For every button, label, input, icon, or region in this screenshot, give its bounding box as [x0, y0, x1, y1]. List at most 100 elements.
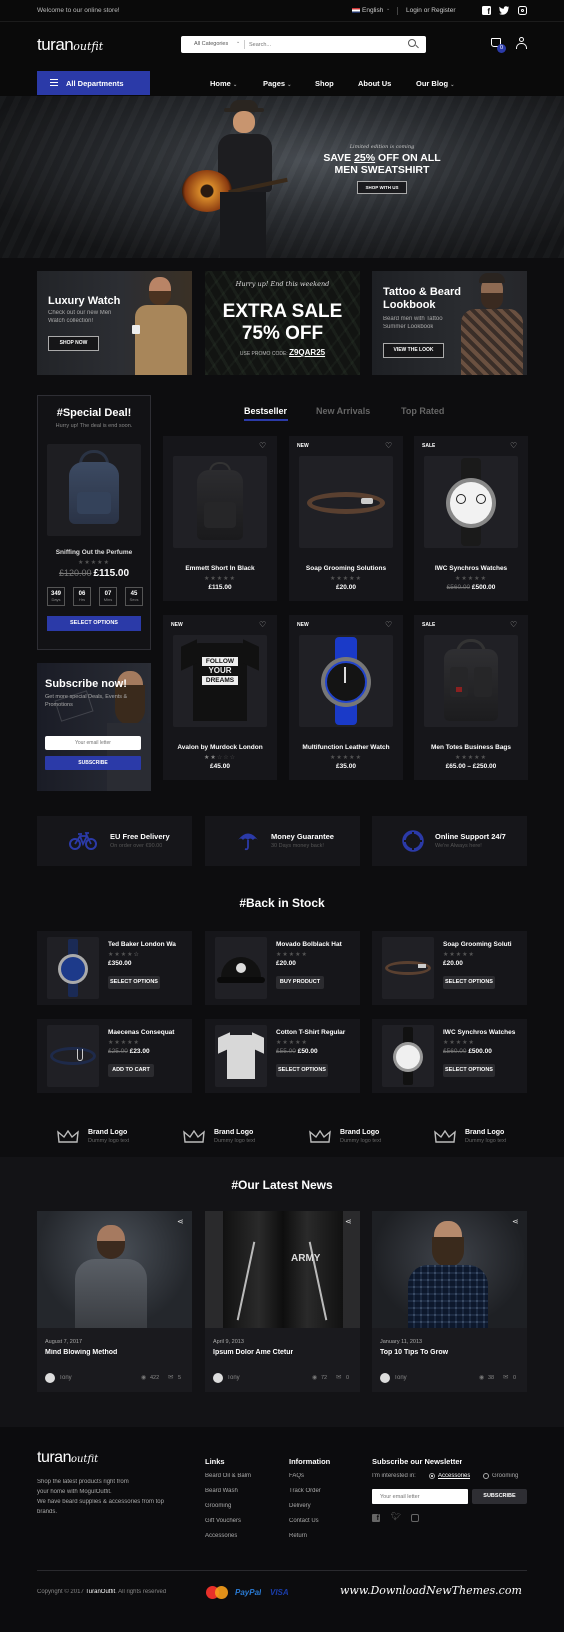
product-card[interactable]: NEW ♡ FOLLOW YOUR DREAMS Avalon by Murdo… — [163, 615, 277, 780]
share-icon[interactable]: ⋖ — [512, 1217, 519, 1226]
stock-item-image-watch[interactable] — [47, 937, 99, 999]
stock-item[interactable]: IWC Synchros Watches ★★★★★ £560.00 £500.… — [372, 1019, 527, 1093]
footer-link[interactable]: Beard Wash — [205, 1488, 238, 1494]
product-image-business-bag[interactable] — [424, 635, 518, 727]
language-select[interactable]: English — [362, 7, 383, 14]
wishlist-heart-icon[interactable]: ♡ — [510, 620, 517, 629]
product-card[interactable]: SALE ♡ Men Totes Business Bags ★★★★★ £65… — [414, 615, 528, 780]
product-card[interactable]: NEW ♡ Multifunction Leather Watch ★★★★★ … — [289, 615, 403, 780]
footer-link[interactable]: Grooming — [205, 1503, 231, 1509]
instagram-icon[interactable] — [518, 6, 527, 15]
wishlist-heart-icon[interactable]: ♡ — [385, 620, 392, 629]
radio-grooming[interactable] — [483, 1473, 489, 1479]
footer-link[interactable]: Accessories — [205, 1533, 237, 1539]
stock-item-image-anchor-bracelet[interactable] — [47, 1025, 99, 1087]
nav-home[interactable]: Home ⌄ — [210, 79, 237, 88]
newsletter-subscribe-button[interactable]: SUBSCRIBE — [472, 1489, 527, 1504]
stock-item-name[interactable]: IWC Synchros Watches — [443, 1029, 523, 1036]
newsletter-email-input[interactable] — [372, 1489, 468, 1504]
product-image-bracelet[interactable] — [299, 456, 393, 548]
select-options-button[interactable]: SELECT OPTIONS — [443, 1064, 495, 1077]
deal-select-options-button[interactable]: SELECT OPTIONS — [47, 616, 141, 631]
deal-product-image[interactable] — [47, 444, 141, 536]
product-name[interactable]: IWC Synchros Watches — [414, 565, 528, 572]
stock-item[interactable]: Movado Bolblack Hat ★★★★★ £20.00 BUY PRO… — [205, 931, 360, 1005]
news-card[interactable]: ⋖ August 7, 2017 Mind Blowing Method Ton… — [37, 1211, 192, 1392]
nav-shop[interactable]: Shop — [315, 79, 334, 88]
logo[interactable]: turanoutfit — [37, 35, 103, 55]
stock-item-name[interactable]: Maecenas Consequat — [108, 1029, 188, 1036]
stock-item-image-white-tshirt[interactable] — [215, 1025, 267, 1087]
radio-accessories[interactable] — [429, 1473, 435, 1479]
product-name[interactable]: Men Totes Business Bags — [414, 744, 528, 751]
facebook-icon[interactable]: f — [372, 1514, 380, 1522]
stock-item-name[interactable]: Movado Bolblack Hat — [276, 941, 356, 948]
stock-item-image-cap[interactable] — [215, 937, 267, 999]
brand-logo[interactable]: Brand Logo Dummy logo text — [434, 1127, 524, 1147]
news-post-title[interactable]: Ipsum Dolor Ame Ctetur — [213, 1349, 293, 1356]
tab-new-arrivals[interactable]: New Arrivals — [316, 406, 370, 416]
stock-item-name[interactable]: Ted Baker London Wa — [108, 941, 188, 948]
hero-shop-button[interactable]: SHOP WITH US — [356, 181, 408, 194]
news-author[interactable]: Tony — [394, 1375, 407, 1381]
select-options-button[interactable]: SELECT OPTIONS — [443, 976, 495, 989]
news-author[interactable]: Tony — [227, 1375, 240, 1381]
tab-top-rated[interactable]: Top Rated — [401, 406, 444, 416]
shop-now-button[interactable]: SHOP NOW — [48, 336, 99, 351]
search-category-select[interactable]: All Categories — [194, 41, 228, 47]
brand-logo[interactable]: Brand Logo Dummy logo text — [183, 1127, 273, 1147]
news-post-title[interactable]: Top 10 Tips To Grow — [380, 1349, 448, 1356]
footer-info-link[interactable]: Track Order — [289, 1488, 321, 1494]
product-image-tshirt[interactable]: FOLLOW YOUR DREAMS — [173, 635, 267, 727]
stock-item-image-bracelet[interactable] — [382, 937, 434, 999]
view-the-look-button[interactable]: VIEW THE LOOK — [383, 343, 444, 358]
instagram-icon[interactable] — [411, 1514, 419, 1522]
stock-item-name[interactable]: Cotton T-Shirt Regular — [276, 1029, 356, 1036]
cart-button[interactable]: 0 — [491, 35, 507, 53]
brand-logo[interactable]: Brand Logo Dummy logo text — [309, 1127, 399, 1147]
twitter-icon[interactable] — [499, 6, 509, 15]
wishlist-heart-icon[interactable]: ♡ — [259, 441, 266, 450]
user-account-icon[interactable] — [516, 37, 527, 49]
buy-product-button[interactable]: BUY PRODUCT — [276, 976, 324, 989]
footer-logo[interactable]: turanoutfit — [37, 1449, 98, 1467]
product-image-backpack[interactable] — [173, 456, 267, 548]
stock-item-name[interactable]: Soap Grooming Soluti — [443, 941, 523, 948]
stock-item[interactable]: Maecenas Consequat ★★★★★ £25.00 £23.00 A… — [37, 1019, 192, 1093]
banner-tattoo-lookbook[interactable]: Tattoo & Beard Lookbook Beard men with T… — [372, 271, 527, 375]
stock-item-image-chronograph-watch[interactable] — [382, 1025, 434, 1087]
banner-extra-sale[interactable]: Hurry up! End this weekend EXTRA SALE 75… — [205, 271, 360, 375]
product-name[interactable]: Soap Grooming Solutions — [289, 565, 403, 572]
news-image-bearded-man[interactable] — [372, 1211, 527, 1328]
brand-logo[interactable]: Brand Logo Dummy logo text — [57, 1127, 147, 1147]
nav-about-us[interactable]: About Us — [358, 79, 391, 88]
twitter-icon[interactable]: 🐦︎ — [391, 1512, 401, 1521]
news-card[interactable]: ⋖ January 11, 2013 Top 10 Tips To Grow T… — [372, 1211, 527, 1392]
facebook-icon[interactable]: f — [482, 6, 491, 16]
product-card[interactable]: ♡ Emmett Short In Black ★★★★★ £115.00 — [163, 436, 277, 601]
product-image-blue-watch[interactable] — [299, 635, 393, 727]
search-icon[interactable] — [408, 39, 419, 49]
news-post-title[interactable]: Mind Blowing Method — [45, 1349, 117, 1356]
share-icon[interactable]: ⋖ — [177, 1217, 184, 1226]
all-departments-button[interactable]: All Departments — [37, 71, 150, 95]
footer-link[interactable]: Gift Vouchers — [205, 1518, 241, 1524]
select-options-button[interactable]: SELECT OPTIONS — [108, 976, 160, 989]
select-options-button[interactable]: SELECT OPTIONS — [276, 1064, 328, 1077]
footer-info-link[interactable]: Return — [289, 1533, 307, 1539]
product-name[interactable]: Avalon by Murdock London — [163, 744, 277, 751]
news-image-leather-jacket[interactable]: ARMY — [205, 1211, 360, 1328]
login-register-link[interactable]: Login or Register — [406, 7, 456, 14]
footer-link[interactable]: Beard Oil & Balm — [205, 1473, 251, 1479]
banner-luxury-watch[interactable]: Luxury Watch Check out our new Men Watch… — [37, 271, 192, 375]
footer-info-link[interactable]: Delivery — [289, 1503, 311, 1509]
nav-pages[interactable]: Pages ⌄ — [263, 79, 291, 88]
stock-item[interactable]: Soap Grooming Soluti ★★★★★ £20.00 SELECT… — [372, 931, 527, 1005]
news-image-athlete[interactable] — [37, 1211, 192, 1328]
product-image-chronograph-watch[interactable] — [424, 456, 518, 548]
product-name[interactable]: Multifunction Leather Watch — [289, 744, 403, 751]
wishlist-heart-icon[interactable]: ♡ — [510, 441, 517, 450]
tab-bestseller[interactable]: Bestseller — [244, 406, 287, 416]
product-name[interactable]: Emmett Short In Black — [163, 565, 277, 572]
stock-item[interactable]: Cotton T-Shirt Regular ★★★★★ £55.00 £50.… — [205, 1019, 360, 1093]
